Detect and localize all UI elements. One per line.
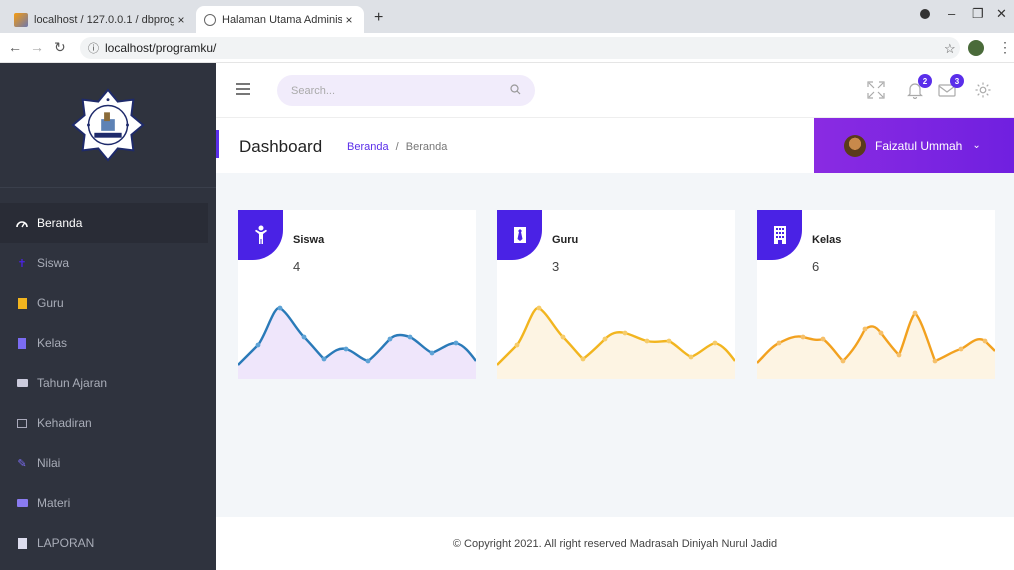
new-tab-button[interactable]: +: [374, 9, 383, 27]
globe-icon: [204, 13, 216, 26]
card-label: Siswa: [293, 234, 325, 246]
stat-card-siswa[interactable]: Siswa 4: [238, 210, 476, 379]
avatar: [844, 134, 866, 157]
sidebar-item-kehadiran[interactable]: Kehadiran: [0, 403, 216, 443]
sidebar-item-siswa[interactable]: ✝ Siswa: [0, 243, 216, 283]
copyright-text: © Copyright 2021. All right reserved Mad…: [452, 537, 778, 550]
maximize-icon[interactable]: ❐: [972, 6, 984, 22]
top-header: 2 3: [216, 63, 1014, 118]
mail-icon[interactable]: 3: [938, 74, 964, 101]
card-label: Kelas: [812, 234, 842, 246]
search-input[interactable]: [291, 84, 510, 97]
sparkline-chart: [238, 305, 476, 379]
notification-badge: 2: [918, 74, 932, 88]
stat-card-kelas[interactable]: Kelas 6: [757, 210, 995, 379]
extension-icon[interactable]: [920, 9, 930, 19]
dashboard-icon: [16, 217, 28, 229]
tab-title: localhost / 127.0.0.1 / dbprogran: [34, 13, 174, 26]
close-tab-icon[interactable]: ×: [342, 13, 356, 27]
sidebar-item-label: Nilai: [37, 456, 61, 470]
pencil-icon: ✎: [17, 457, 27, 470]
sidebar-item-label: Beranda: [37, 216, 83, 230]
address-bar: ← → ↻ ⓘ localhost/programku/ ☆ ⋮: [0, 33, 1014, 63]
building-icon: [757, 210, 802, 260]
sidebar-item-guru[interactable]: Guru: [0, 283, 216, 323]
page-title: Dashboard: [239, 137, 323, 156]
building-icon: [16, 337, 28, 349]
phpmyadmin-icon: [14, 12, 28, 27]
url-text: localhost/programku/: [105, 41, 217, 55]
table-icon: [16, 417, 28, 429]
card-value: 6: [812, 259, 820, 274]
sidebar-item-kelas[interactable]: Kelas: [0, 323, 216, 363]
forward-icon[interactable]: →: [30, 39, 44, 55]
sparkline-chart: [757, 310, 995, 379]
folder-icon: [16, 377, 28, 389]
fullscreen-icon[interactable]: [867, 81, 887, 101]
footer: © Copyright 2021. All right reserved Mad…: [216, 517, 1014, 570]
title-accent-bar: [216, 130, 219, 158]
tab-title: Halaman Utama Administrator: [222, 13, 342, 26]
search-box: [277, 75, 535, 106]
child-icon: [238, 210, 283, 260]
minimize-icon[interactable]: –: [948, 6, 955, 21]
book-icon: [16, 497, 28, 509]
browser-tab-admin[interactable]: Halaman Utama Administrator ×: [196, 6, 364, 33]
sidebar-item-label: Tahun Ajaran: [37, 376, 108, 390]
hamburger-menu-icon[interactable]: [236, 83, 250, 95]
settings-gear-icon[interactable]: [974, 81, 994, 101]
card-value: 3: [552, 259, 560, 274]
browser-menu-icon[interactable]: ⋮: [998, 39, 1012, 56]
close-window-icon[interactable]: ✕: [996, 6, 1007, 22]
sidebar-item-beranda[interactable]: Beranda: [0, 203, 208, 243]
url-field[interactable]: ⓘ localhost/programku/: [80, 37, 960, 59]
sidebar-item-label: Kelas: [37, 336, 68, 350]
breadcrumb-current: Beranda: [405, 141, 448, 153]
page-title-bar: Dashboard Beranda / Beranda Faizatul Umm…: [216, 118, 1014, 173]
file-icon: [16, 537, 28, 549]
profile-avatar[interactable]: [968, 40, 984, 56]
browser-tab-phpmyadmin[interactable]: localhost / 127.0.0.1 / dbprogran ×: [6, 6, 196, 33]
close-tab-icon[interactable]: ×: [174, 13, 188, 27]
sidebar: Beranda ✝ Siswa Guru Kelas Tahun Ajaran …: [0, 63, 216, 570]
card-label: Guru: [552, 234, 579, 246]
user-menu-button[interactable]: Faizatul Ummah ⌄: [814, 118, 1014, 173]
chevron-down-icon: ⌄: [972, 140, 981, 151]
main-content: Siswa 4 Guru 3 Kelas 6: [216, 173, 1014, 517]
info-icon[interactable]: ⓘ: [88, 40, 99, 56]
sidebar-item-materi[interactable]: Materi: [0, 483, 216, 523]
sidebar-item-laporan[interactable]: LAPORAN: [0, 523, 216, 563]
sidebar-item-label: Guru: [37, 296, 64, 310]
mail-badge: 3: [950, 74, 964, 88]
tie-icon: [497, 210, 542, 260]
stat-card-guru[interactable]: Guru 3: [497, 210, 735, 379]
breadcrumb: Beranda / Beranda: [347, 141, 447, 153]
tie-icon: [16, 297, 28, 309]
child-icon: ✝: [17, 257, 27, 270]
card-value: 4: [293, 259, 301, 274]
breadcrumb-separator: /: [395, 141, 399, 153]
notification-bell-icon[interactable]: 2: [906, 74, 932, 101]
breadcrumb-link-beranda[interactable]: Beranda: [347, 141, 389, 153]
reload-icon[interactable]: ↻: [54, 39, 66, 56]
sidebar-item-tahun-ajaran[interactable]: Tahun Ajaran: [0, 363, 216, 403]
sidebar-item-label: Kehadiran: [37, 416, 92, 430]
sidebar-menu: Beranda ✝ Siswa Guru Kelas Tahun Ajaran …: [0, 203, 216, 563]
bookmark-star-icon[interactable]: ☆: [944, 41, 956, 57]
madrasah-logo: [71, 88, 145, 162]
sidebar-item-nilai[interactable]: ✎ Nilai: [0, 443, 216, 483]
search-icon[interactable]: [510, 83, 521, 98]
user-name: Faizatul Ummah: [875, 138, 963, 153]
logo-area: [0, 63, 216, 188]
sidebar-item-label: LAPORAN: [37, 536, 95, 550]
sidebar-item-label: Siswa: [37, 256, 70, 270]
sparkline-chart: [497, 305, 735, 379]
browser-tab-bar: localhost / 127.0.0.1 / dbprogran × Hala…: [0, 0, 1014, 33]
back-icon[interactable]: ←: [8, 39, 22, 55]
sidebar-item-label: Materi: [37, 496, 71, 510]
